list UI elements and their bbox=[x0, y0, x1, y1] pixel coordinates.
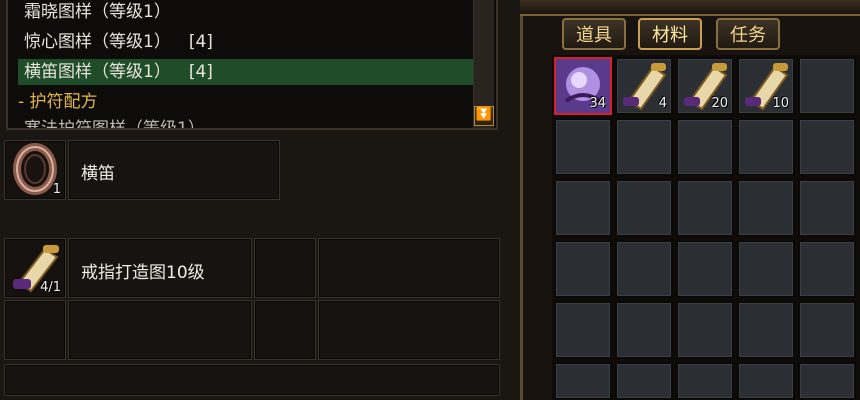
chevron-double-down-icon[interactable]: ⏬ bbox=[474, 106, 494, 126]
material-slot-empty[interactable] bbox=[254, 238, 316, 298]
tab-materials[interactable]: 材料 bbox=[638, 18, 702, 50]
slot-quantity: 4 bbox=[658, 96, 667, 111]
tab-quests[interactable]: 任务 bbox=[716, 18, 780, 50]
recipe-count: [4] bbox=[188, 32, 213, 52]
category-label: - 护符配方 bbox=[18, 92, 98, 112]
product-name: 横笛 bbox=[81, 164, 115, 184]
inventory-slot[interactable] bbox=[554, 118, 612, 176]
crafting-panel: 霜晓图样（等级1） 惊心图样（等级1） [4] 横笛图样（等级1） [4] - 护符… bbox=[0, 0, 520, 400]
inventory-slot[interactable] bbox=[615, 362, 673, 400]
inventory-slot[interactable] bbox=[615, 240, 673, 298]
inventory-slot[interactable]: 20 bbox=[676, 57, 734, 115]
status-bar bbox=[4, 364, 500, 396]
inventory-slot[interactable] bbox=[798, 301, 856, 359]
inventory-slot[interactable] bbox=[676, 362, 734, 400]
inventory-slot[interactable] bbox=[798, 57, 856, 115]
slot-quantity: 20 bbox=[711, 96, 728, 111]
recipe-category[interactable]: - 护符配方 bbox=[18, 89, 98, 115]
inventory-slot[interactable] bbox=[615, 301, 673, 359]
product-quantity: 1 bbox=[52, 182, 61, 197]
material-quantity: 4/1 bbox=[40, 280, 61, 295]
recipe-name: 寒法护符图样（等级1） bbox=[24, 119, 205, 130]
tab-label: 任务 bbox=[730, 25, 766, 46]
inventory-slot[interactable] bbox=[737, 362, 795, 400]
material-name: 戒指打造图10级 bbox=[81, 263, 205, 283]
inventory-slot[interactable] bbox=[554, 301, 612, 359]
material-name-box-empty bbox=[318, 300, 500, 360]
inventory-slot[interactable] bbox=[737, 240, 795, 298]
tab-items[interactable]: 道具 bbox=[562, 18, 626, 50]
recipe-row[interactable]: 霜晓图样（等级1） bbox=[18, 0, 171, 25]
inventory-slot[interactable]: 34 bbox=[554, 57, 612, 115]
inventory-grid: 34 4 20 10 bbox=[552, 55, 860, 400]
product-slot[interactable]: 1 bbox=[4, 140, 66, 200]
recipe-name: 横笛图样（等级1） bbox=[24, 62, 171, 82]
material-name-box-empty bbox=[318, 238, 500, 298]
recipe-row[interactable]: 寒法护符图样（等级1） bbox=[18, 116, 205, 130]
tab-label: 道具 bbox=[576, 25, 612, 46]
inventory-slot[interactable] bbox=[737, 118, 795, 176]
inventory-slot[interactable] bbox=[554, 179, 612, 237]
inventory-slot[interactable] bbox=[615, 118, 673, 176]
recipe-name: 惊心图样（等级1） bbox=[24, 32, 171, 52]
material-name-box: 戒指打造图10级 bbox=[68, 238, 252, 298]
inventory-slot[interactable] bbox=[798, 118, 856, 176]
tab-label: 材料 bbox=[652, 25, 688, 46]
recipe-row[interactable]: 惊心图样（等级1） [4] bbox=[18, 29, 213, 55]
material-slot-empty[interactable] bbox=[254, 300, 316, 360]
inventory-slot[interactable] bbox=[798, 362, 856, 400]
inventory-slot[interactable]: 10 bbox=[737, 57, 795, 115]
product-name-box: 横笛 bbox=[68, 140, 280, 200]
inventory-slot[interactable] bbox=[676, 179, 734, 237]
recipe-count: [4] bbox=[188, 62, 213, 82]
recipe-name: 霜晓图样（等级1） bbox=[24, 2, 171, 22]
slot-quantity: 10 bbox=[772, 96, 789, 111]
recipe-list[interactable]: 霜晓图样（等级1） 惊心图样（等级1） [4] 横笛图样（等级1） [4] - 护符… bbox=[6, 0, 498, 130]
inventory-slot[interactable] bbox=[676, 301, 734, 359]
inventory-slot[interactable] bbox=[615, 179, 673, 237]
inventory-slot[interactable] bbox=[737, 179, 795, 237]
slot-quantity: 34 bbox=[589, 96, 606, 111]
inventory-slot[interactable] bbox=[798, 240, 856, 298]
material-slot[interactable]: 4/1 bbox=[4, 238, 66, 298]
inventory-slot[interactable] bbox=[676, 118, 734, 176]
inventory-slot[interactable] bbox=[737, 301, 795, 359]
material-slot-empty[interactable] bbox=[4, 300, 66, 360]
inventory-slot[interactable] bbox=[554, 362, 612, 400]
inventory-slot[interactable] bbox=[554, 240, 612, 298]
inventory-slot[interactable]: 4 bbox=[615, 57, 673, 115]
recipe-row-selected[interactable]: 横笛图样（等级1） [4] bbox=[18, 59, 474, 85]
inventory-slot[interactable] bbox=[798, 179, 856, 237]
inventory-slot[interactable] bbox=[676, 240, 734, 298]
material-name-box-empty bbox=[68, 300, 252, 360]
panel-frame bbox=[520, 0, 860, 16]
